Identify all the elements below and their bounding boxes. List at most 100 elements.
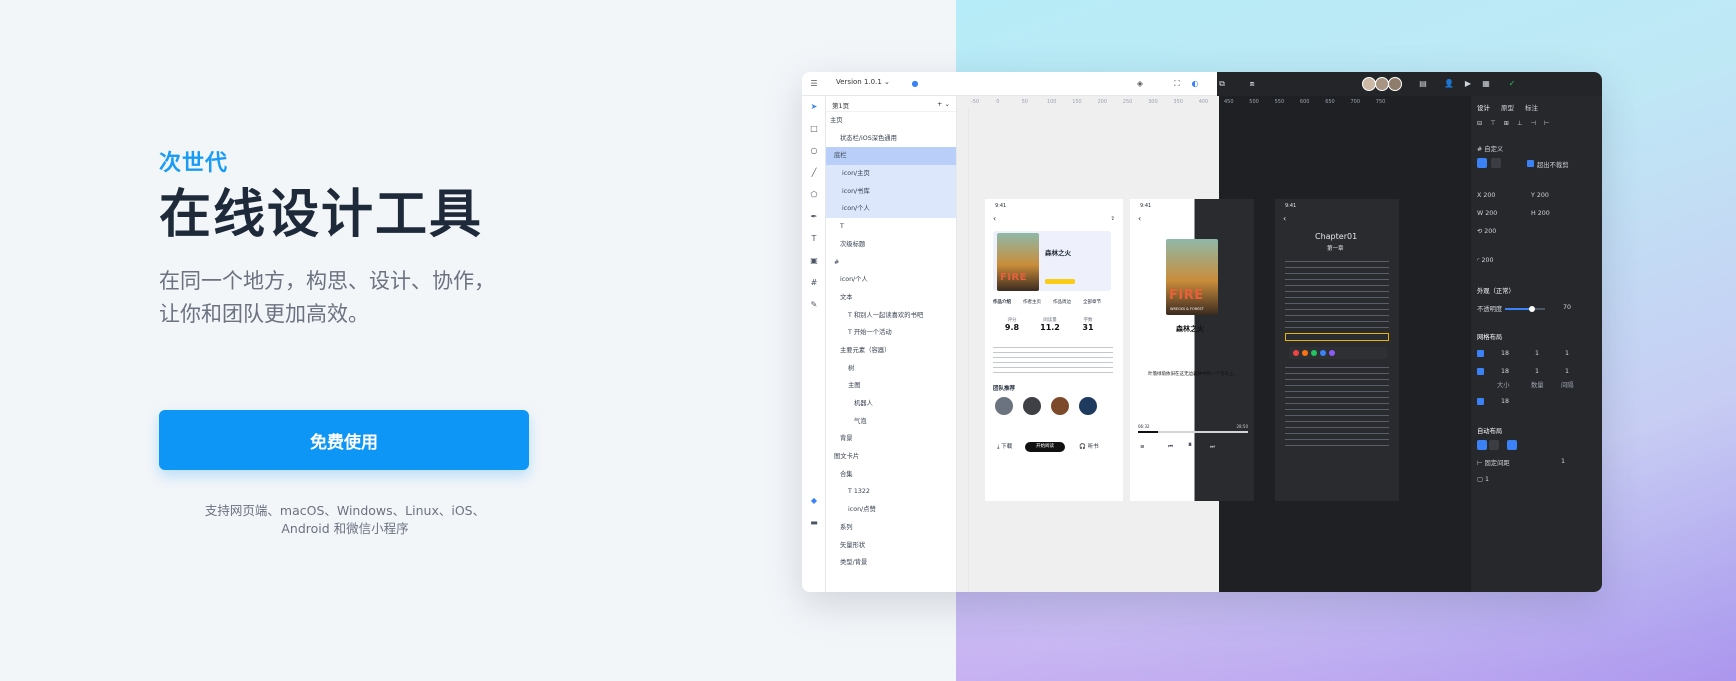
- width-field[interactable]: 200: [1485, 210, 1497, 217]
- text-tool-icon[interactable]: T: [809, 234, 819, 244]
- orange-swatch[interactable]: [1302, 350, 1308, 356]
- share-icon[interactable]: 👤: [1444, 79, 1454, 89]
- grid-gap-field[interactable]: 1: [1565, 350, 1569, 357]
- layer-item[interactable]: 主要元素（容器）: [826, 342, 956, 360]
- polygon-tool-icon[interactable]: ⬠: [809, 190, 819, 200]
- layer-item[interactable]: 矢量形状: [826, 537, 956, 555]
- layer-item[interactable]: 类型/背景: [826, 554, 956, 572]
- tab-prototype[interactable]: 原型: [1501, 102, 1514, 112]
- play-icon[interactable]: ▶: [1463, 79, 1473, 89]
- avatar[interactable]: [1388, 77, 1402, 91]
- version-selector[interactable]: Version 1.0.1 ⌄: [836, 78, 890, 86]
- landscape-toggle[interactable]: [1491, 158, 1501, 168]
- component-icon[interactable]: ◈: [1135, 79, 1145, 89]
- auto-vertical-toggle[interactable]: [1489, 440, 1499, 450]
- avatar[interactable]: [1023, 397, 1041, 415]
- layer-item[interactable]: 合集: [826, 466, 956, 484]
- grid-count-field[interactable]: 1: [1535, 350, 1539, 357]
- rotation-field[interactable]: 200: [1484, 228, 1496, 235]
- red-swatch[interactable]: [1293, 350, 1299, 356]
- portrait-toggle[interactable]: [1477, 158, 1487, 168]
- menu-icon[interactable]: ☰: [809, 79, 819, 89]
- back-icon[interactable]: ‹: [1138, 215, 1141, 223]
- next-icon[interactable]: ⏭: [1210, 443, 1215, 451]
- ellipse-tool-icon[interactable]: ○: [809, 146, 819, 156]
- mode-toggle-icon[interactable]: ◐: [1190, 79, 1200, 89]
- frame-tool-icon[interactable]: #: [809, 278, 819, 288]
- blue-swatch[interactable]: [1320, 350, 1326, 356]
- grid-gap-field[interactable]: 1: [1565, 368, 1569, 375]
- layer-item[interactable]: icon/书库: [826, 182, 956, 201]
- frame-preset-select[interactable]: # 自定义: [1477, 144, 1503, 153]
- export-icon[interactable]: ▦: [1481, 79, 1491, 89]
- grid-size-field[interactable]: 18: [1501, 350, 1509, 357]
- auto-gap-value[interactable]: 1: [1561, 458, 1565, 465]
- layer-item[interactable]: 次级标题: [826, 236, 956, 254]
- previous-icon[interactable]: ⏮: [1168, 443, 1173, 451]
- highlight-palette[interactable]: [1289, 347, 1387, 359]
- grid-size-field[interactable]: 18: [1501, 398, 1509, 405]
- layer-item[interactable]: 主图: [826, 377, 956, 395]
- layer-item[interactable]: 背景: [826, 430, 956, 448]
- avatar[interactable]: [995, 397, 1013, 415]
- y-field[interactable]: 200: [1537, 192, 1549, 199]
- assets-panel-icon[interactable]: ▬: [809, 518, 819, 528]
- crop-icon[interactable]: ⧉: [1217, 79, 1227, 89]
- rectangle-tool-icon[interactable]: □: [809, 124, 819, 134]
- start-reading-button[interactable]: 开始阅读: [1025, 442, 1065, 452]
- playlist-icon[interactable]: ≡: [1140, 443, 1145, 451]
- layer-item[interactable]: 系列: [826, 519, 956, 537]
- back-icon[interactable]: ‹: [993, 215, 996, 223]
- radius-field[interactable]: 200: [1481, 257, 1493, 264]
- layer-item[interactable]: T: [826, 218, 956, 236]
- grid-checkbox[interactable]: [1477, 350, 1484, 357]
- grid-count-field[interactable]: 1: [1535, 368, 1539, 375]
- layer-item[interactable]: #: [826, 254, 956, 272]
- appearance-section[interactable]: 外观（正常）: [1477, 286, 1515, 295]
- layer-item[interactable]: 气泡: [826, 413, 956, 431]
- layer-item[interactable]: 底栏: [826, 147, 956, 166]
- layer-item[interactable]: icon/个人: [826, 200, 956, 219]
- grid-checkbox[interactable]: [1477, 368, 1484, 375]
- detail-tab[interactable]: 作品介绍: [993, 299, 1011, 307]
- layer-item[interactable]: 状态栏/iOS深色通用: [826, 130, 956, 148]
- x-field[interactable]: 200: [1483, 192, 1495, 199]
- boolean-icon[interactable]: ⧈: [1247, 79, 1257, 89]
- phone-frame-reader[interactable]: 9:41 ‹ Chapter01 第一章: [1275, 199, 1399, 501]
- free-use-button[interactable]: 免费使用: [159, 410, 529, 470]
- add-page-icon[interactable]: + ⌄: [937, 100, 950, 108]
- share-icon[interactable]: ⇪: [1110, 215, 1115, 223]
- auto-gap-label[interactable]: 固定间距: [1485, 460, 1510, 467]
- text-selection[interactable]: [1285, 333, 1389, 341]
- line-tool-icon[interactable]: ╱: [809, 168, 819, 178]
- auto-padding-field[interactable]: 1: [1485, 476, 1489, 483]
- avatar[interactable]: [1362, 77, 1376, 91]
- listen-button[interactable]: 🎧 听书: [1079, 443, 1099, 451]
- layer-item[interactable]: icon/点赞: [826, 501, 956, 519]
- detail-tab[interactable]: 作品周边: [1053, 299, 1071, 307]
- layer-item[interactable]: 树: [826, 360, 956, 378]
- layer-item[interactable]: icon/个人: [826, 271, 956, 289]
- align-tools[interactable]: ⊟ ⊤ ⊞ ⊥ ⊣ ⊢: [1477, 120, 1553, 127]
- opacity-slider[interactable]: [1505, 308, 1545, 310]
- layer-item[interactable]: 主页: [826, 112, 956, 130]
- pen-tool-icon[interactable]: ✒: [809, 212, 819, 222]
- library-icon[interactable]: ▤: [1418, 79, 1428, 89]
- auto-align-toggle[interactable]: [1507, 440, 1517, 450]
- avatar[interactable]: [1375, 77, 1389, 91]
- pause-icon[interactable]: ⏸: [1188, 441, 1192, 449]
- select-tool-icon[interactable]: ➤: [809, 102, 819, 112]
- back-icon[interactable]: ‹: [1283, 215, 1286, 223]
- download-button[interactable]: ⤓ 下载: [997, 443, 1012, 451]
- phone-frame-detail[interactable]: 9:41 ‹ ⇪ FIRE 森林之火 作品介绍 作者主页 作品周边 全部章节 评分 9.…: [985, 199, 1123, 501]
- avatar[interactable]: [1079, 397, 1097, 415]
- layer-item[interactable]: T 1322: [826, 483, 956, 501]
- detail-tab[interactable]: 全部章节: [1083, 299, 1101, 307]
- avatar[interactable]: [1051, 397, 1069, 415]
- detail-tab[interactable]: 作者主页: [1023, 299, 1041, 307]
- layer-item[interactable]: 图文卡片: [826, 448, 956, 466]
- purple-swatch[interactable]: [1329, 350, 1335, 356]
- tab-annotate[interactable]: 标注: [1525, 102, 1538, 112]
- page-label[interactable]: 第1页: [832, 102, 849, 110]
- layer-item[interactable]: icon/主页: [826, 165, 956, 183]
